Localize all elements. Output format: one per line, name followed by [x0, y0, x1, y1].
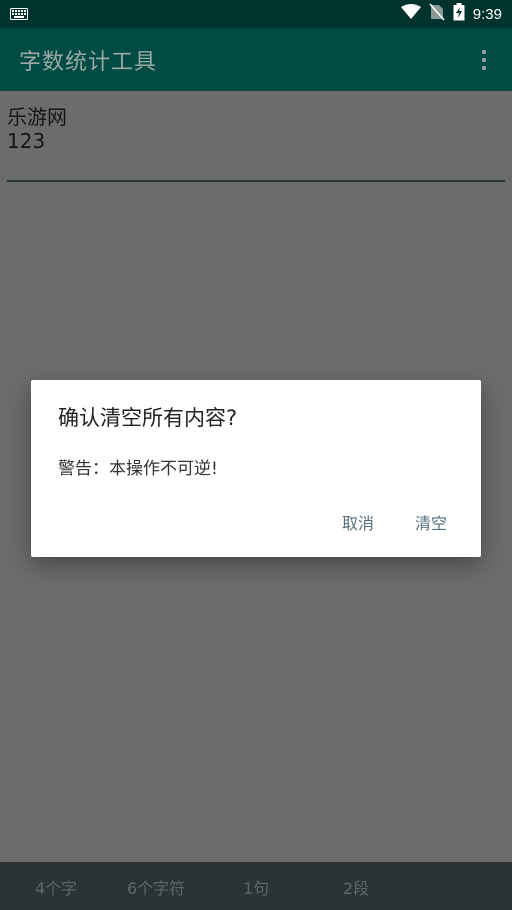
- status-bar: 9:39: [0, 0, 512, 28]
- text-line: 123: [7, 129, 46, 153]
- app-title: 字数统计工具: [19, 49, 158, 75]
- overflow-menu-icon[interactable]: [472, 48, 496, 72]
- dialog-title: 确认清空所有内容?: [58, 406, 238, 430]
- no-sim-icon: [429, 3, 445, 25]
- wifi-icon: [400, 4, 421, 24]
- battery-charging-icon: [453, 3, 465, 25]
- input-underline: [7, 180, 505, 182]
- clear-button[interactable]: 清空: [415, 510, 447, 534]
- sentence-count: 1句: [243, 879, 270, 898]
- cancel-button[interactable]: 取消: [342, 510, 374, 534]
- paragraph-count: 2段: [343, 879, 370, 898]
- app-bar: 字数统计工具: [0, 28, 512, 91]
- confirm-clear-dialog: 确认清空所有内容? 警告：本操作不可逆! 取消 清空: [31, 380, 481, 557]
- text-input[interactable]: 乐游网 123: [7, 105, 505, 153]
- keyboard-icon: [10, 5, 28, 24]
- character-count: 6个字符: [127, 879, 186, 898]
- dialog-message: 警告：本操作不可逆!: [58, 459, 218, 479]
- char-count: 4个字: [35, 879, 78, 898]
- stats-bar: 4个字 6个字符 1句 2段: [0, 862, 512, 910]
- text-line: 乐游网: [7, 105, 67, 129]
- status-time: 9:39: [472, 5, 502, 23]
